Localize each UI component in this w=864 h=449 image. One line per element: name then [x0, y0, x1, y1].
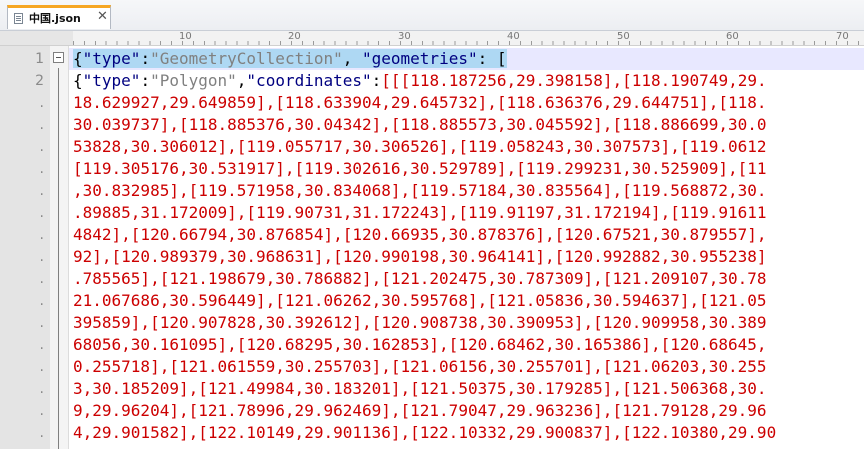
token-brace: {	[73, 71, 83, 90]
token-number-data: 21.067686,30.596449],[121.06262,30.59576…	[73, 291, 767, 310]
code-wrapped-line[interactable]: 4842],[120.66794,30.876854],[120.66935,3…	[73, 224, 864, 246]
tab-bar: 中国.json ✕	[0, 0, 864, 31]
code-line-2[interactable]: {"type":"Polygon","coordinates":[[[118.1…	[73, 70, 864, 92]
ruler-mark: 30	[398, 31, 411, 42]
token-number-data: 4842],[120.66794,30.876854],[120.66935,3…	[73, 225, 767, 244]
code-wrapped-line[interactable]: 21.067686,30.596449],[121.06262,30.59576…	[73, 290, 864, 312]
token-colon: :	[371, 71, 382, 90]
token-comma: ,	[236, 71, 247, 90]
ruler-mark: 10	[179, 31, 192, 42]
token-number-data: 0.255718],[121.061559,30.255703],[121.06…	[73, 357, 767, 376]
tab-json-file[interactable]: 中国.json ✕	[7, 5, 111, 29]
line-number: 1	[35, 51, 44, 67]
ruler-mark: 70	[836, 31, 849, 42]
code-wrapped-line[interactable]: 395859],[120.907828,30.392612],[120.9087…	[73, 312, 864, 334]
code-wrapped-line[interactable]: .89885,31.172009],[119.90731,31.172243],…	[73, 202, 864, 224]
wrap-indicator: .	[39, 293, 44, 309]
wrap-indicator: .	[39, 249, 44, 265]
code-wrapped-line[interactable]: 53828,30.306012],[119.055717,30.306526],…	[73, 136, 864, 158]
token-number-data: 395859],[120.907828,30.392612],[120.9087…	[73, 313, 767, 332]
token-number-data: 92],[120.989379,30.968631],[120.990198,3…	[73, 247, 767, 266]
token-comma: ,	[342, 49, 362, 68]
wrap-indicator: .	[39, 161, 44, 177]
code-wrapped-line[interactable]: 3,30.185209],[121.49984,30.183201],[121.…	[73, 378, 864, 400]
code-wrapped-line[interactable]: [119.305176,30.531917],[119.302616,30.52…	[73, 158, 864, 180]
token-key: "type"	[82, 71, 141, 90]
wrap-indicator: .	[39, 117, 44, 133]
fold-guide-line	[58, 68, 59, 449]
token-number-data: 68056,30.161095],[120.68295,30.162853],[…	[73, 335, 767, 354]
code-wrapped-line[interactable]: 9,29.96204],[121.78996,29.962469],[121.7…	[73, 400, 864, 422]
wrap-indicator: .	[39, 139, 44, 155]
fold-margin	[50, 46, 69, 449]
token-number-data: [[[118.187256,29.398158],[118.190749,29.	[381, 71, 767, 90]
fold-collapse-icon[interactable]	[53, 52, 64, 63]
ruler-mark: 40	[507, 31, 520, 42]
token-colon: :	[140, 49, 151, 68]
token-key: "geometries"	[362, 49, 478, 68]
column-ruler: 10 20 30 40 50 60 70	[0, 31, 864, 46]
ruler-margin	[0, 31, 73, 45]
file-icon	[14, 13, 23, 24]
wrap-indicator: .	[39, 315, 44, 331]
line-number: 2	[35, 73, 44, 89]
token-colon: :	[477, 49, 497, 68]
token-bracket: [	[496, 49, 507, 68]
code-wrapped-line[interactable]: 4,29.901582],[122.10149,29.901136],[122.…	[73, 422, 864, 444]
wrap-indicator: .	[39, 227, 44, 243]
wrap-indicator: .	[39, 95, 44, 111]
token-number-data: 9,29.96204],[121.78996,29.962469],[121.7…	[73, 401, 767, 420]
close-icon[interactable]: ✕	[97, 9, 108, 24]
token-key: "type"	[82, 49, 141, 68]
token-string: "Polygon"	[150, 71, 237, 90]
wrap-indicator: .	[39, 183, 44, 199]
token-key: "coordinates"	[246, 71, 372, 90]
wrap-indicator: .	[39, 205, 44, 221]
code-wrapped-line[interactable]: 92],[120.989379,30.968631],[120.990198,3…	[73, 246, 864, 268]
token-number-data: 3,30.185209],[121.49984,30.183201],[121.…	[73, 379, 767, 398]
code-wrapped-line[interactable]: 68056,30.161095],[120.68295,30.162853],[…	[73, 334, 864, 356]
wrap-indicator: .	[39, 425, 44, 441]
token-number-data: ,30.832985],[119.571958,30.834068],[119.…	[73, 181, 767, 200]
code-wrapped-line[interactable]: 18.629927,29.649859],[118.633904,29.6457…	[73, 92, 864, 114]
token-number-data: 18.629927,29.649859],[118.633904,29.6457…	[73, 93, 767, 112]
wrap-indicator: .	[39, 271, 44, 287]
code-line-1[interactable]: {"type":"GeometryCollection", "geometrie…	[73, 48, 864, 70]
ruler-mark: 50	[617, 31, 630, 42]
wrap-indicator: .	[39, 381, 44, 397]
token-number-data: 30.039737],[118.885376,30.04342],[118.88…	[73, 115, 767, 134]
token-number-data: 4,29.901582],[122.10149,29.901136],[122.…	[73, 423, 777, 442]
wrap-indicator: .	[39, 359, 44, 375]
token-brace: {	[73, 49, 83, 68]
code-wrapped-line[interactable]: .785565],[121.198679,30.786882],[121.202…	[73, 268, 864, 290]
token-number-data: 53828,30.306012],[119.055717,30.306526],…	[73, 137, 767, 156]
wrap-indicator: .	[39, 403, 44, 419]
token-number-data: .89885,31.172009],[119.90731,31.172243],…	[73, 203, 767, 222]
token-colon: :	[140, 71, 151, 90]
code-wrapped-line[interactable]: ,30.832985],[119.571958,30.834068],[119.…	[73, 180, 864, 202]
token-number-data: .785565],[121.198679,30.786882],[121.202…	[73, 269, 767, 288]
token-string: "GeometryCollection"	[150, 49, 343, 68]
tab-title: 中国.json	[29, 12, 81, 25]
ruler-mark: 20	[288, 31, 301, 42]
token-number-data: [119.305176,30.531917],[119.302616,30.52…	[73, 159, 767, 178]
ruler-mark: 60	[726, 31, 739, 42]
code-wrapped-line[interactable]: 30.039737],[118.885376,30.04342],[118.88…	[73, 114, 864, 136]
code-wrapped-line[interactable]: 0.255718],[121.061559,30.255703],[121.06…	[73, 356, 864, 378]
wrap-indicator: .	[39, 337, 44, 353]
